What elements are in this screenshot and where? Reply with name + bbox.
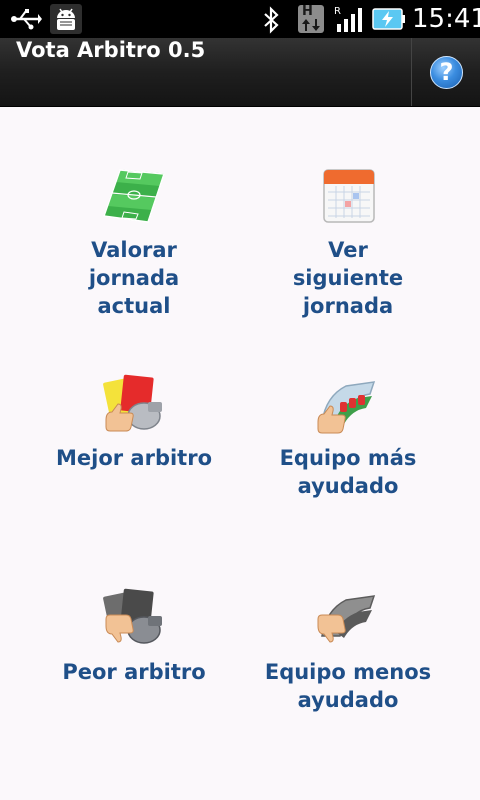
menu-item-ver-siguiente-jornada[interactable]: Ver siguiente jornada (228, 164, 468, 320)
menu-item-label: Ver siguiente jornada (292, 238, 404, 318)
app-title: Vota Arbitro 0.5 (16, 38, 206, 62)
calendar-icon (323, 169, 375, 223)
soccer-field-icon (102, 169, 166, 223)
android-debug-icon (50, 4, 82, 34)
referee-thumbs-down-icon (103, 588, 162, 644)
help-button[interactable]: ? (412, 38, 480, 106)
menu-item-equipo-mas-ayudado[interactable]: Equipo más ayudado (228, 372, 468, 500)
network-type-label: H (302, 4, 313, 19)
team-thumbs-up-icon (317, 381, 376, 434)
menu-item-label: Equipo menos ayudado (264, 660, 432, 712)
team-thumbs-down-icon (317, 595, 376, 643)
main-menu-grid: Valorar jornada actual Ver siguiente jor… (0, 106, 480, 800)
roaming-indicator: R (334, 6, 341, 17)
status-time: 15:41 (412, 4, 480, 34)
bluetooth-icon (264, 6, 279, 34)
signal-icon: R (334, 6, 362, 32)
menu-item-label: Mejor arbitro (55, 446, 212, 470)
referee-thumbs-up-icon (103, 374, 162, 432)
menu-item-mejor-arbitro[interactable]: Mejor arbitro (14, 372, 254, 472)
usb-icon (11, 9, 42, 30)
battery-charging-icon (372, 8, 405, 30)
menu-item-label: Peor arbitro (62, 660, 206, 684)
menu-item-peor-arbitro[interactable]: Peor arbitro (14, 586, 254, 686)
menu-item-equipo-menos-ayudado[interactable]: Equipo menos ayudado (228, 586, 468, 714)
menu-item-valorar-jornada[interactable]: Valorar jornada actual (14, 164, 254, 320)
menu-item-label: Valorar jornada actual (88, 238, 180, 318)
app-title-bar: Vota Arbitro 0.5 ? (0, 38, 480, 107)
menu-item-label: Equipo más ayudado (279, 446, 417, 498)
status-bar: H R 15:41 (0, 0, 480, 38)
hspa-icon: H (298, 5, 324, 33)
help-icon: ? (430, 56, 463, 89)
